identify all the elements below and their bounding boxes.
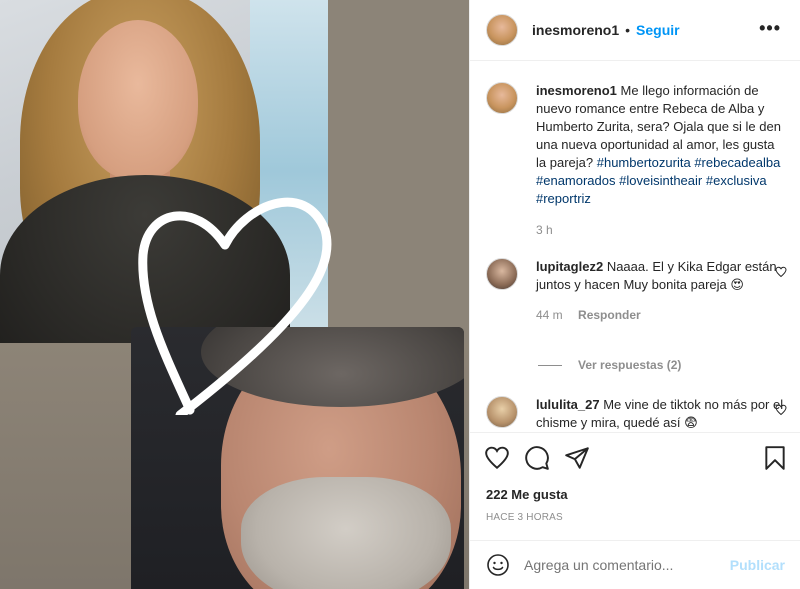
comment-username[interactable]: lululita_27 <box>536 397 600 412</box>
share-icon[interactable] <box>564 445 590 471</box>
avatar[interactable] <box>486 82 518 114</box>
view-replies-label: Ver respuestas (2) <box>578 358 682 372</box>
like-comment-heart-icon[interactable] <box>775 404 787 416</box>
add-comment-bar: Publicar <box>470 540 800 589</box>
post-timestamp: HACE 3 HORAS <box>486 512 563 523</box>
avatar[interactable] <box>486 14 518 46</box>
caption-username[interactable]: inesmoreno1 <box>536 83 617 98</box>
action-bar <box>470 432 800 482</box>
avatar[interactable] <box>486 396 518 428</box>
smiley-icon[interactable] <box>486 553 510 577</box>
replies-line <box>538 364 562 366</box>
comments-section[interactable]: inesmoreno1 Me llego información de nuev… <box>470 62 800 432</box>
publish-button[interactable]: Publicar <box>730 557 785 573</box>
woman-face <box>78 20 198 180</box>
post-side-panel: inesmoreno1 • Seguir ••• inesmoreno1 Me … <box>469 0 800 589</box>
hashtag[interactable]: #loveisintheair <box>619 173 702 188</box>
like-comment-heart-icon[interactable] <box>775 266 787 278</box>
heart-eyes-emoji-icon: 😍 <box>730 277 744 292</box>
comment-input[interactable] <box>524 557 730 573</box>
comment: lupitaglez2 Naaaa. El y Kika Edgar están… <box>486 258 786 324</box>
hashtag[interactable]: #humbertozurita <box>597 155 691 170</box>
comment: lululita_27 Me vine de tiktok no más por… <box>486 396 786 432</box>
hashtag[interactable]: #exclusiva <box>706 173 767 188</box>
view-replies-button[interactable]: Ver respuestas (2) <box>538 358 681 372</box>
man-beard <box>241 477 451 589</box>
heart-icon[interactable] <box>484 445 510 471</box>
hashtag[interactable]: #enamorados <box>536 173 616 188</box>
post-header: inesmoreno1 • Seguir ••• <box>470 0 800 61</box>
hashtag[interactable]: #reportriz <box>536 191 591 206</box>
follow-button[interactable]: Seguir <box>636 22 680 38</box>
comment-username[interactable]: lupitaglez2 <box>536 259 603 274</box>
fearful-emoji-icon: 😨 <box>684 415 698 430</box>
caption-time[interactable]: 3 h <box>536 221 784 239</box>
more-horizontal-icon[interactable]: ••• <box>759 18 781 39</box>
bookmark-icon[interactable] <box>762 445 788 471</box>
comment-time[interactable]: 44 m <box>536 308 563 322</box>
reply-button[interactable]: Responder <box>578 308 641 322</box>
separator-dot: • <box>625 22 631 38</box>
comment-icon[interactable] <box>524 445 550 471</box>
hashtag[interactable]: #rebecadealba <box>694 155 780 170</box>
drawn-heart-icon <box>138 197 332 415</box>
caption: inesmoreno1 Me llego información de nuev… <box>486 82 786 239</box>
post-image[interactable] <box>0 0 469 589</box>
likes-count[interactable]: 222 Me gusta <box>486 487 568 502</box>
header-username[interactable]: inesmoreno1 <box>532 22 619 38</box>
avatar[interactable] <box>486 258 518 290</box>
